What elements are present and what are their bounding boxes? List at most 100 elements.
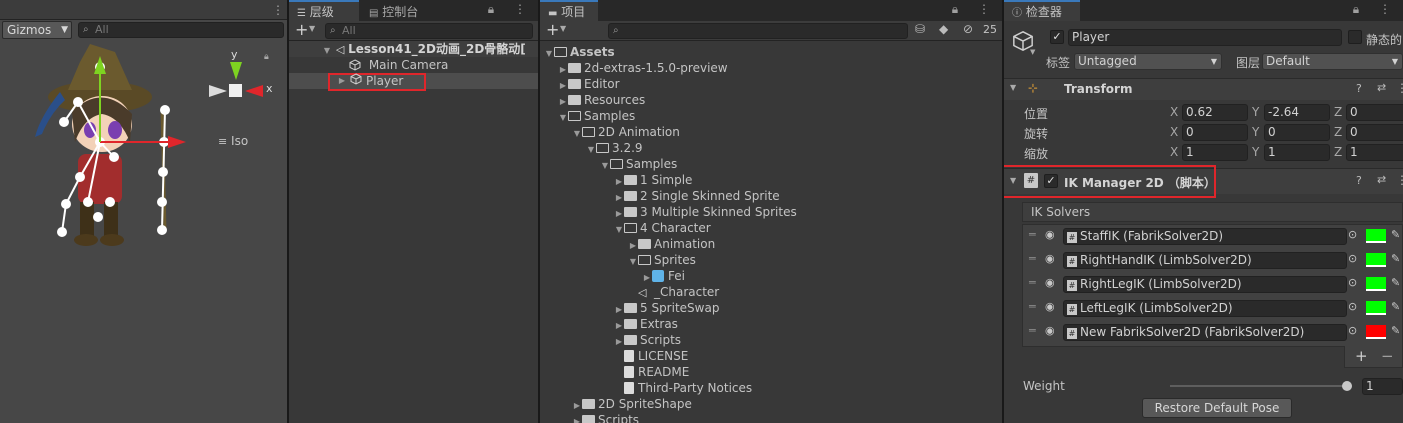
- iso-toggle[interactable]: ≡ Iso: [218, 134, 248, 148]
- axis-center-cube[interactable]: [229, 84, 242, 97]
- gizmo-color-swatch[interactable]: [1366, 253, 1386, 267]
- hierarchy-tab-options-icon[interactable]: 🔒︎ ⋮: [488, 2, 534, 17]
- project-item[interactable]: ▶ 3 Multiple Skinned Sprites: [614, 204, 797, 220]
- project-item[interactable]: ▶ Scripts: [614, 332, 681, 348]
- preset-icon[interactable]: ⇄: [1377, 81, 1386, 94]
- transform-x-field[interactable]: 1: [1182, 144, 1248, 161]
- scene-search-input[interactable]: ⌕ All: [78, 22, 284, 38]
- hierarchy-scene-row[interactable]: ▼ ◁ Lesson41_2D动画_2D骨骼动[: [289, 41, 538, 57]
- project-item[interactable]: ▼ 2D Animation: [572, 124, 680, 140]
- fold-arrow-icon[interactable]: ▼: [1010, 83, 1016, 92]
- eye-icon[interactable]: ◉: [1045, 252, 1055, 265]
- object-picker-icon[interactable]: ⊙: [1348, 228, 1357, 241]
- object-name-field[interactable]: Player: [1068, 29, 1342, 46]
- eye-icon[interactable]: ◉: [1045, 324, 1055, 337]
- transform-x-field[interactable]: 0.62: [1182, 104, 1248, 121]
- project-item[interactable]: ▶ Fei: [642, 268, 685, 284]
- project-item[interactable]: ▼ Samples: [558, 108, 635, 124]
- eyedropper-icon[interactable]: ✎: [1391, 300, 1400, 313]
- lock-icon[interactable]: 🔒︎: [264, 52, 269, 62]
- project-item[interactable]: README: [614, 364, 689, 380]
- hierarchy-item-main-camera[interactable]: Main Camera: [349, 57, 448, 73]
- project-item[interactable]: ▶ 2d-extras-1.5.0-preview: [558, 60, 728, 76]
- project-item[interactable]: ▶ Extras: [614, 316, 678, 332]
- object-picker-icon[interactable]: ⊙: [1348, 276, 1357, 289]
- weight-slider[interactable]: [1170, 381, 1352, 391]
- filter-by-type-icon[interactable]: ⛁: [915, 22, 925, 36]
- eye-icon[interactable]: ◉: [1045, 228, 1055, 241]
- expand-arrow-icon[interactable]: ▼: [558, 110, 568, 126]
- transform-x-field[interactable]: 0: [1182, 124, 1248, 141]
- project-item[interactable]: ▼ Assets: [544, 44, 615, 60]
- weight-value-field[interactable]: 1: [1362, 378, 1403, 395]
- restore-default-pose-button[interactable]: Restore Default Pose: [1142, 398, 1292, 418]
- component-menu-icon[interactable]: ⋮: [1396, 173, 1403, 187]
- weight-slider-thumb[interactable]: [1342, 381, 1352, 391]
- tab-inspector[interactable]: ⓘ 检查器: [1004, 0, 1080, 21]
- gizmos-dropdown[interactable]: Gizmos ▼: [2, 21, 72, 39]
- transform-z-field[interactable]: 0: [1346, 104, 1403, 121]
- ik-solver-field[interactable]: # New FabrikSolver2D (FabrikSolver2D): [1063, 324, 1347, 341]
- collapsed-arrow-icon[interactable]: ▶: [572, 414, 582, 423]
- eyedropper-icon[interactable]: ✎: [1391, 324, 1400, 337]
- drag-handle-icon[interactable]: ═: [1029, 252, 1036, 265]
- project-item[interactable]: ▼ Samples: [600, 156, 677, 172]
- expand-arrow-icon[interactable]: ▼: [586, 142, 596, 158]
- transform-y-field[interactable]: -2.64: [1264, 104, 1330, 121]
- object-picker-icon[interactable]: ⊙: [1348, 324, 1357, 337]
- transform-y-field[interactable]: 1: [1264, 144, 1330, 161]
- drag-handle-icon[interactable]: ═: [1029, 276, 1036, 289]
- axis-negx-cone[interactable]: [209, 85, 227, 97]
- add-button[interactable]: +: [295, 21, 308, 39]
- transform-header[interactable]: ▼ ⊹ Transform ? ⇄ ⋮: [1004, 78, 1403, 100]
- inspector-tab-options-icon[interactable]: 🔒︎ ⋮: [1353, 2, 1399, 17]
- help-icon[interactable]: ?: [1356, 82, 1362, 95]
- expand-arrow-icon[interactable]: ▶: [337, 76, 347, 85]
- project-item[interactable]: ▶ Animation: [628, 236, 715, 252]
- axis-x-cone[interactable]: [245, 85, 263, 97]
- ik-solver-row[interactable]: ═ ◉ # StaffIK (FabrikSolver2D) ⊙ ✎: [1023, 225, 1403, 249]
- expand-arrow-icon[interactable]: ▼: [322, 43, 332, 57]
- transform-z-field[interactable]: 0: [1346, 124, 1403, 141]
- expand-arrow-icon[interactable]: ▼: [572, 126, 582, 142]
- filter-by-label-icon[interactable]: ◆: [939, 22, 948, 36]
- tab-hierarchy[interactable]: ☰ 层级: [289, 0, 359, 21]
- hierarchy-search-input[interactable]: ⌕ All: [325, 23, 533, 39]
- project-item[interactable]: ▶ 1 Simple: [614, 172, 693, 188]
- transform-y-field[interactable]: 0: [1264, 124, 1330, 141]
- object-picker-icon[interactable]: ⊙: [1348, 252, 1357, 265]
- gizmo-color-swatch[interactable]: [1366, 301, 1386, 315]
- expand-arrow-icon[interactable]: ▼: [614, 222, 624, 238]
- chevron-down-icon[interactable]: ▼: [1030, 48, 1035, 56]
- object-picker-icon[interactable]: ⊙: [1348, 300, 1357, 313]
- ik-solver-row[interactable]: ═ ◉ # New FabrikSolver2D (FabrikSolver2D) ⊙ ✎: [1023, 321, 1403, 345]
- project-tab-options-icon[interactable]: 🔒︎ ⋮: [952, 2, 998, 17]
- ik-solver-field[interactable]: # RightLegIK (LimbSolver2D): [1063, 276, 1347, 293]
- character-sprite[interactable]: [20, 42, 220, 252]
- ik-solver-field[interactable]: # RightHandIK (LimbSolver2D): [1063, 252, 1347, 269]
- ik-solver-row[interactable]: ═ ◉ # RightHandIK (LimbSolver2D) ⊙ ✎: [1023, 249, 1403, 273]
- project-item[interactable]: ▶ 2 Single Skinned Sprite: [614, 188, 780, 204]
- ik-solver-field[interactable]: # StaffIK (FabrikSolver2D): [1063, 228, 1347, 245]
- expand-arrow-icon[interactable]: ▼: [544, 46, 554, 62]
- eyedropper-icon[interactable]: ✎: [1391, 228, 1400, 241]
- transform-z-field[interactable]: 1: [1346, 144, 1403, 161]
- drag-handle-icon[interactable]: ═: [1029, 228, 1036, 241]
- project-item[interactable]: LICENSE: [614, 348, 688, 364]
- help-icon[interactable]: ?: [1356, 174, 1362, 187]
- remove-solver-button[interactable]: −: [1381, 347, 1394, 365]
- chevron-down-icon[interactable]: ▼: [309, 24, 315, 33]
- drag-handle-icon[interactable]: ═: [1029, 300, 1036, 313]
- add-button[interactable]: +: [546, 21, 559, 39]
- project-item[interactable]: ▶ 5 SpriteSwap: [614, 300, 720, 316]
- gizmo-color-swatch[interactable]: [1366, 229, 1386, 243]
- gizmo-color-swatch[interactable]: [1366, 325, 1386, 339]
- project-item[interactable]: ▼ 4 Character: [614, 220, 711, 236]
- project-item[interactable]: ▼ Sprites: [628, 252, 696, 268]
- orientation-gizmo[interactable]: y x 🔒︎: [205, 48, 275, 118]
- add-solver-button[interactable]: +: [1355, 347, 1368, 365]
- hierarchy-item-player[interactable]: ▶ Player: [289, 73, 538, 91]
- ik-solver-row[interactable]: ═ ◉ # RightLegIK (LimbSolver2D) ⊙ ✎: [1023, 273, 1403, 297]
- tab-console[interactable]: ▤ 控制台: [361, 0, 451, 21]
- expand-arrow-icon[interactable]: ▼: [628, 254, 638, 270]
